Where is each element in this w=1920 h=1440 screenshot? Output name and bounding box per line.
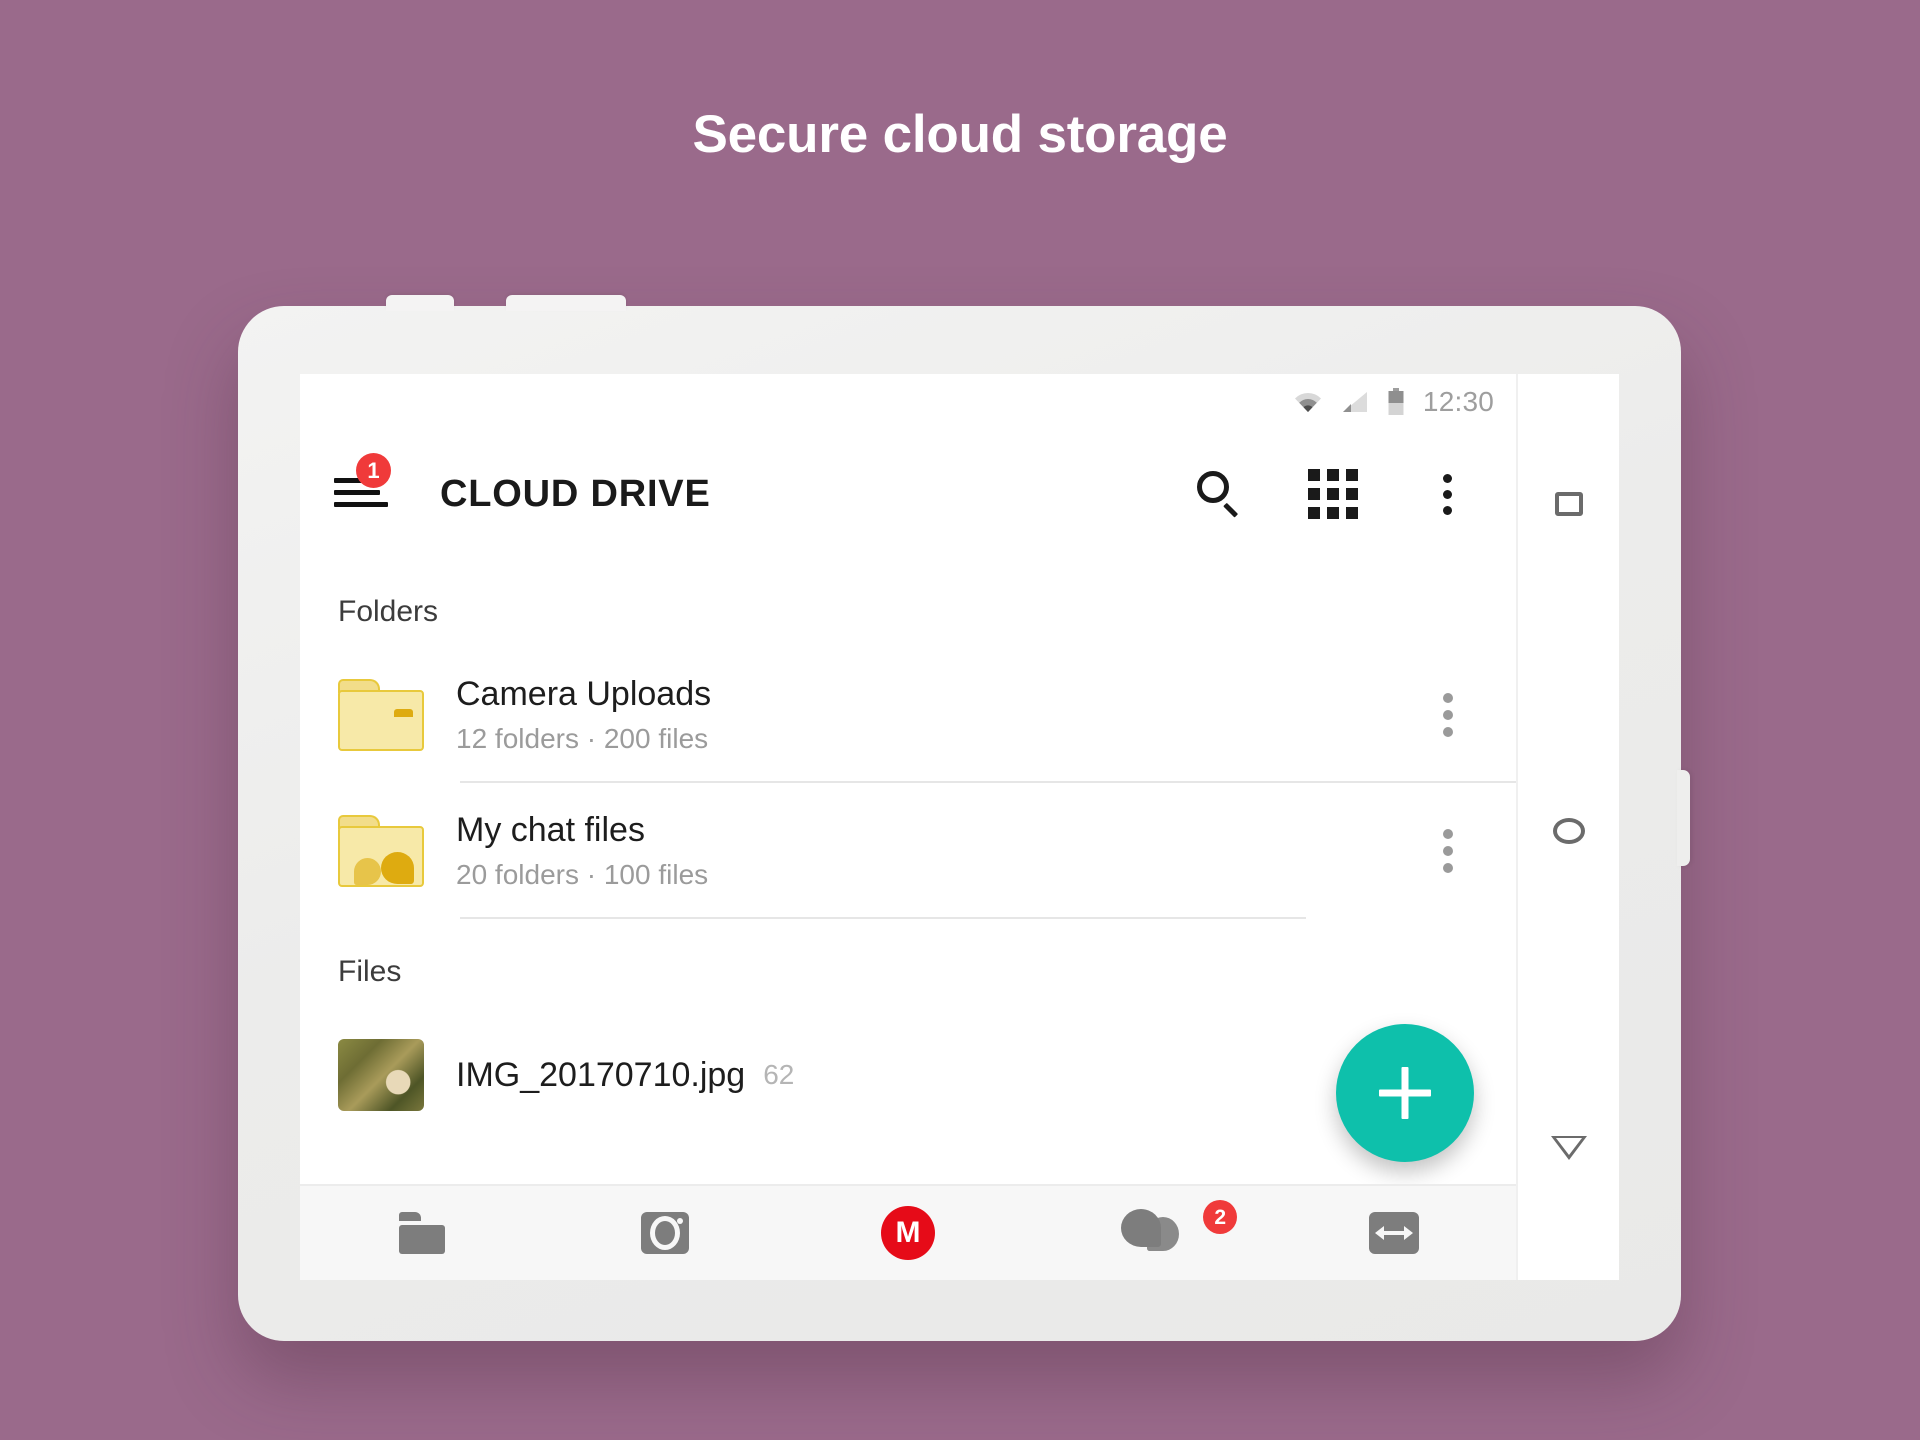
device-volume-button[interactable] — [386, 295, 454, 311]
camera-folder-icon — [338, 679, 424, 751]
nav-cloud-drive[interactable] — [300, 1186, 543, 1280]
signal-icon — [1341, 390, 1369, 414]
row-text: My chat files 20 folders · 100 files — [456, 811, 1426, 890]
battery-icon — [1387, 387, 1405, 416]
menu-notification-badge: 1 — [356, 453, 391, 488]
overflow-menu-icon[interactable] — [1422, 469, 1472, 519]
status-bar-clock: 12:30 — [1422, 385, 1494, 417]
recents-button[interactable] — [1554, 492, 1583, 516]
row-divider — [460, 917, 1306, 919]
app-bar-actions — [1194, 469, 1472, 519]
row-text: Camera Uploads 12 folders · 200 files — [456, 675, 1426, 754]
device-screen: 12:30 1 CLOUD DRIVE Folders Camera Uploa… — [300, 374, 1516, 1280]
file-meta: 62 — [763, 1059, 795, 1090]
tablet-device-frame: 12:30 1 CLOUD DRIVE Folders Camera Uploa… — [238, 295, 1690, 1341]
nav-mega-home[interactable]: M — [786, 1186, 1029, 1280]
status-bar: 12:30 — [300, 374, 1516, 429]
mega-logo-icon: M — [881, 1206, 935, 1260]
bottom-navigation-bar: M 2 — [300, 1184, 1516, 1280]
page-title: Secure cloud storage — [692, 105, 1228, 164]
nav-transfers[interactable] — [1273, 1186, 1516, 1280]
add-button[interactable] — [1336, 1024, 1474, 1162]
folders-section-header: Folders — [338, 595, 439, 628]
folder-icon — [398, 1212, 445, 1254]
camera-icon — [640, 1212, 689, 1254]
folder-name: My chat files — [456, 811, 645, 850]
row-overflow-menu-icon[interactable] — [1426, 820, 1470, 882]
table-row[interactable]: My chat files 20 folders · 100 files — [300, 783, 1516, 919]
device-side-button[interactable] — [1677, 770, 1690, 866]
app-bar-title: CLOUD DRIVE — [440, 472, 711, 515]
row-overflow-menu-icon[interactable] — [1426, 684, 1470, 746]
chat-notification-badge: 2 — [1203, 1200, 1238, 1234]
table-row[interactable]: Camera Uploads 12 folders · 200 files — [300, 647, 1516, 783]
list-item[interactable]: IMG_20170710.jpg 62 — [300, 1007, 1516, 1143]
image-thumbnail — [338, 1039, 424, 1111]
transfers-icon — [1369, 1212, 1420, 1254]
chat-folder-icon — [338, 815, 424, 887]
wifi-icon — [1293, 390, 1323, 414]
system-navigation-bar — [1516, 374, 1619, 1280]
nav-camera-uploads[interactable] — [543, 1186, 786, 1280]
nav-chat[interactable]: 2 — [1030, 1186, 1273, 1280]
chat-bubbles-icon — [1121, 1209, 1181, 1257]
grid-view-icon[interactable] — [1308, 469, 1358, 519]
hamburger-menu-icon[interactable]: 1 — [334, 453, 391, 518]
app-bar: 1 CLOUD DRIVE — [300, 429, 1516, 559]
search-icon[interactable] — [1194, 469, 1244, 519]
files-section-header: Files — [338, 955, 402, 988]
file-name: IMG_20170710.jpg — [456, 1055, 746, 1094]
folder-name: Camera Uploads — [456, 675, 712, 714]
folder-meta: 20 folders · 100 files — [456, 858, 709, 890]
device-power-button[interactable] — [506, 295, 626, 311]
folder-meta: 12 folders · 200 files — [456, 722, 709, 754]
file-list: Folders Camera Uploads 12 folders · 200 … — [300, 559, 1516, 1184]
home-button[interactable] — [1552, 818, 1585, 844]
back-button[interactable] — [1550, 1136, 1587, 1160]
